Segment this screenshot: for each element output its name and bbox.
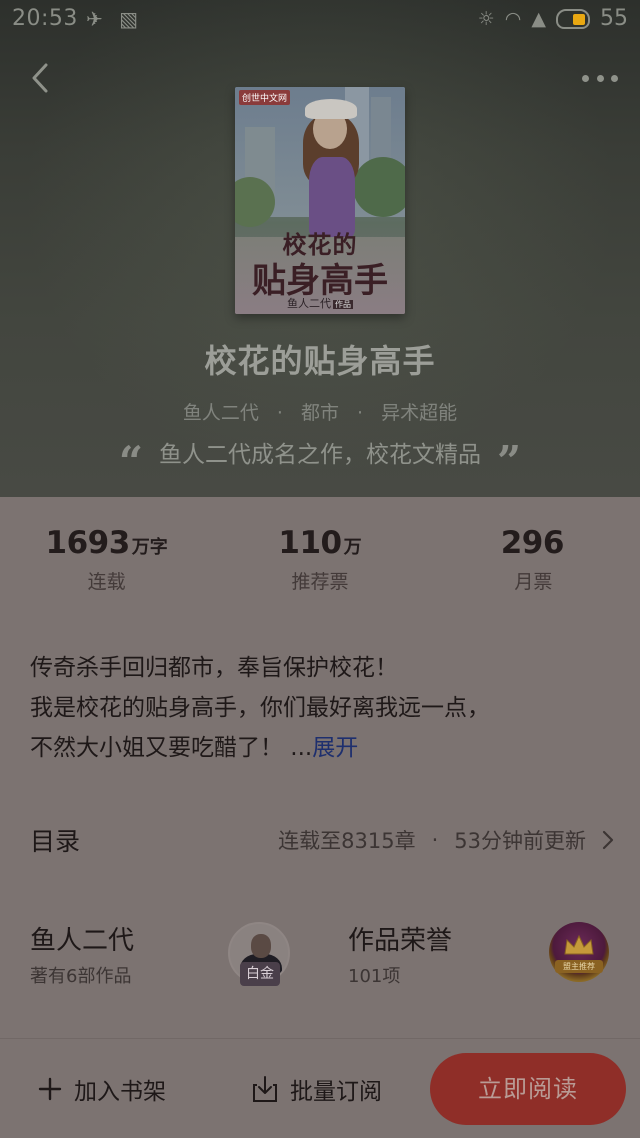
toc-updated: 53分钟前更新 [454, 829, 586, 853]
toc-title: 目录 [30, 827, 81, 856]
category-link[interactable]: 都市 [301, 402, 339, 424]
plus-icon [38, 1077, 62, 1101]
author-works-count: 著有6部作品 [30, 966, 132, 987]
add-to-shelf-button[interactable]: 加入书架 [38, 1071, 166, 1107]
expand-link[interactable]: 展开 [312, 735, 358, 761]
more-options-button[interactable] [578, 66, 622, 90]
signal-icon: ▲ [531, 7, 546, 30]
author-level-badge: 白金 [240, 962, 280, 986]
back-button[interactable] [22, 58, 58, 98]
author-name[interactable]: 鱼人二代 [30, 920, 134, 957]
open-quote-icon: “ [118, 437, 143, 486]
bird-icon: ✈ [86, 7, 103, 31]
stat-recommend-votes[interactable]: 110 万 推荐票 [213, 525, 426, 605]
close-quote-icon: ” [497, 437, 522, 486]
book-cover[interactable]: 创世中文网 校花的 贴身高手 鱼人二代 作品 [235, 87, 405, 314]
image-icon: ▧ [119, 7, 139, 31]
stat-word-count: 1693 万字 连载 [45, 525, 168, 593]
brightness-icon: ☼ [477, 7, 495, 30]
honor-badge-label: 盟主推荐 [555, 960, 603, 973]
wifi-icon: ◠ [504, 7, 522, 30]
battery-icon [556, 8, 590, 29]
book-stats: 1693 万字 连载 110 万 推荐票 296 月票 [0, 525, 640, 605]
stat-monthly-votes[interactable]: 296 月票 [427, 525, 640, 605]
table-of-contents-row[interactable]: 目录 连载至8315章 · 53分钟前更新 [30, 818, 614, 862]
book-header: 20:53 ✈ ▧ ☼ ◠ ▲ 55 创世中文网 校花的 贴身高手 鱼人二代 作… [0, 0, 640, 497]
bottom-action-bar: 加入书架 批量订阅 立即阅读 [0, 1038, 640, 1138]
cover-author: 鱼人二代 作品 [287, 297, 353, 310]
subcategory-link[interactable]: 异术超能 [381, 402, 457, 424]
read-now-button[interactable]: 立即阅读 [430, 1053, 626, 1125]
book-meta: 鱼人二代 · 都市 · 异术超能 [182, 402, 458, 424]
toc-chapters: 连载至8315章 [278, 829, 416, 853]
honor-title[interactable]: 作品荣誉 [348, 920, 452, 957]
book-title: 校花的贴身高手 [204, 342, 436, 380]
status-notification-icons: ✈ ▧ [86, 7, 148, 31]
cover-publisher-logo: 创世中文网 [239, 90, 291, 105]
status-time: 20:53 [12, 6, 78, 31]
batch-subscribe-button[interactable]: 批量订阅 [252, 1071, 382, 1107]
honor-count: 101项 [348, 966, 401, 987]
download-icon [253, 1076, 277, 1102]
chevron-right-icon [602, 830, 614, 850]
more-dots-icon [582, 74, 589, 82]
status-system-icons: ☼ ◠ ▲ 55 [478, 6, 628, 31]
book-synopsis[interactable]: 传奇杀手回归都市，奉旨保护校花！ 我是校花的贴身高手，你们最好离我远一点， 不然… [30, 648, 620, 768]
toc-info: 连载至8315章 · 53分钟前更新 [278, 825, 614, 855]
author-link[interactable]: 鱼人二代 [183, 402, 259, 424]
author-honor-row: 鱼人二代 著有6部作品 白金 作品荣誉 101项 盟主推荐 [30, 918, 620, 998]
book-tagline: “ 鱼人二代成名之作，校花文精品 ” [0, 434, 640, 483]
crown-icon [564, 934, 594, 955]
battery-level: 55 [600, 6, 628, 31]
tagline-text: 鱼人二代成名之作，校花文精品 [159, 442, 481, 468]
chevron-left-icon [32, 63, 48, 93]
status-bar: 20:53 ✈ ▧ ☼ ◠ ▲ 55 [0, 0, 640, 40]
honor-badge[interactable]: 盟主推荐 [549, 922, 609, 982]
